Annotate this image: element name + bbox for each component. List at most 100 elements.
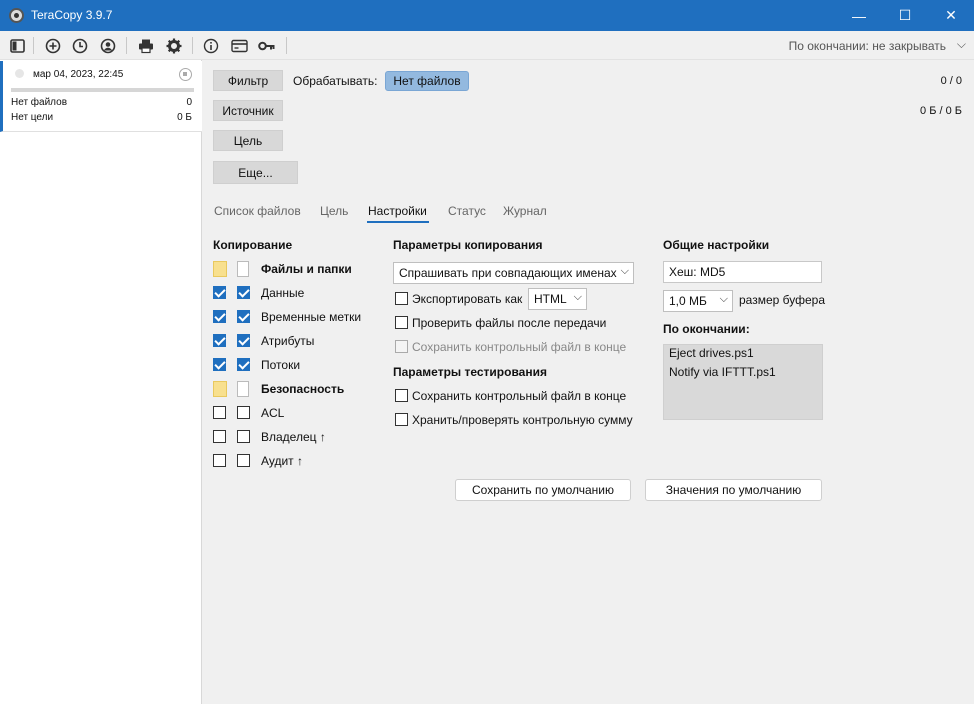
acl-label: ACL — [261, 406, 285, 420]
security-label: Безопасность — [261, 382, 345, 396]
acl-folder-checkbox[interactable] — [213, 406, 226, 419]
timestamps-folder-checkbox[interactable] — [213, 310, 226, 323]
process-label: Обрабатывать: — [293, 74, 378, 88]
toolbar-separator — [286, 37, 287, 54]
test-save-checksum-label: Сохранить контрольный файл в конце — [412, 389, 627, 403]
copy-params-header: Параметры копирования — [393, 238, 543, 252]
data-file-checkbox[interactable] — [237, 286, 250, 299]
source-button[interactable]: Источник — [213, 100, 283, 121]
data-folder-checkbox[interactable] — [213, 286, 226, 299]
no-files-button[interactable]: Нет файлов — [385, 71, 469, 91]
favorites-icon[interactable] — [99, 37, 117, 55]
folder-icon — [213, 381, 227, 397]
settings-panel — [203, 229, 974, 704]
stop-icon[interactable] — [179, 68, 192, 81]
title-bar: TeraCopy 3.9.7 — ☐ ✕ — [0, 0, 974, 31]
tab-settings[interactable]: Настройки — [368, 204, 427, 218]
job-progress-bar — [11, 88, 194, 92]
acl-file-checkbox[interactable] — [237, 406, 250, 419]
panel-icon[interactable] — [8, 37, 26, 55]
job-date: мар 04, 2023, 22:45 — [33, 69, 124, 80]
attributes-file-checkbox[interactable] — [237, 334, 250, 347]
tab-file-list[interactable]: Список файлов — [214, 204, 301, 218]
tab-target[interactable]: Цель — [320, 204, 348, 218]
save-default-button[interactable]: Сохранить по умолчанию — [455, 479, 631, 501]
copying-header: Копирование — [213, 238, 293, 252]
file-count: 0 / 0 — [940, 75, 962, 87]
conflict-combo-value: Спрашивать при совпадающих именах — [399, 266, 617, 280]
script-item[interactable]: Notify via IFTTT.ps1 — [669, 365, 776, 379]
after-finish-dropdown[interactable]: По окончании: не закрывать — [789, 39, 946, 53]
file-icon — [237, 381, 249, 397]
chevron-down-icon: ⌵ — [717, 293, 728, 306]
export-format-value: HTML — [534, 292, 567, 306]
on-finish-header: По окончании: — [663, 322, 750, 336]
streams-file-checkbox[interactable] — [237, 358, 250, 371]
script-item[interactable]: Eject drives.ps1 — [669, 346, 754, 360]
verify-label: Проверить файлы после передачи — [412, 316, 607, 330]
minimize-button[interactable]: — — [836, 0, 882, 31]
license-icon[interactable] — [230, 37, 248, 55]
store-checksum-checkbox[interactable] — [395, 413, 408, 426]
size-count: 0 Б / 0 Б — [920, 105, 962, 117]
owner-file-checkbox[interactable] — [237, 430, 250, 443]
filter-button[interactable]: Фильтр — [213, 70, 283, 91]
attributes-label: Атрибуты — [261, 334, 315, 348]
job-status-icon — [15, 69, 24, 78]
export-label: Экспортировать как — [412, 292, 523, 306]
export-format-combo[interactable]: HTML ⌵ — [528, 288, 587, 310]
toolbar: По окончании: не закрывать ⌵ — [0, 31, 974, 60]
general-header: Общие настройки — [663, 238, 770, 252]
timestamps-label: Временные метки — [261, 310, 362, 324]
data-label: Данные — [261, 286, 305, 300]
buffer-size-combo[interactable]: 1,0 МБ ⌵ — [663, 290, 733, 312]
tab-log[interactable]: Журнал — [503, 204, 547, 218]
job-files-value: 0 — [186, 97, 192, 108]
chevron-down-icon: ⌵ — [571, 291, 582, 304]
attributes-folder-checkbox[interactable] — [213, 334, 226, 347]
hash-field[interactable]: Хеш: MD5 — [663, 261, 822, 283]
tab-bar — [203, 196, 974, 228]
key-icon[interactable] — [258, 37, 276, 55]
teracopy-logo-icon — [9, 8, 24, 23]
maximize-button[interactable]: ☐ — [882, 0, 928, 31]
tab-status[interactable]: Статус — [448, 204, 486, 218]
active-tab-indicator — [367, 221, 429, 223]
audit-file-checkbox[interactable] — [237, 454, 250, 467]
files-folders-label: Файлы и папки — [261, 262, 352, 276]
save-checksum-checkbox[interactable] — [395, 340, 408, 353]
defaults-button[interactable]: Значения по умолчанию — [645, 479, 822, 501]
verify-checkbox[interactable] — [395, 316, 408, 329]
test-params-header: Параметры тестирования — [393, 365, 547, 379]
add-icon[interactable] — [44, 37, 62, 55]
info-icon[interactable] — [202, 37, 220, 55]
settings-icon[interactable] — [165, 37, 183, 55]
streams-label: Потоки — [261, 358, 301, 372]
job-list-panel: мар 04, 2023, 22:45 Нет файлов 0 Нет цел… — [0, 60, 202, 704]
on-finish-scripts-list[interactable]: Eject drives.ps1 Notify via IFTTT.ps1 — [663, 344, 823, 420]
chevron-down-icon[interactable]: ⌵ — [957, 37, 966, 52]
history-icon[interactable] — [71, 37, 89, 55]
streams-folder-checkbox[interactable] — [213, 358, 226, 371]
close-button[interactable]: ✕ — [928, 0, 974, 31]
target-button[interactable]: Цель — [213, 130, 283, 151]
window-title: TeraCopy 3.9.7 — [31, 8, 113, 22]
job-item[interactable]: мар 04, 2023, 22:45 Нет файлов 0 Нет цел… — [0, 61, 202, 132]
audit-label: Аудит ↑ — [261, 454, 304, 468]
toolbar-separator — [192, 37, 193, 54]
owner-folder-checkbox[interactable] — [213, 430, 226, 443]
job-target-value: 0 Б — [177, 112, 192, 123]
more-button[interactable]: Еще... — [213, 161, 298, 184]
test-save-checksum-checkbox[interactable] — [395, 389, 408, 402]
toolbar-separator — [33, 37, 34, 54]
audit-folder-checkbox[interactable] — [213, 454, 226, 467]
file-icon — [237, 261, 249, 277]
buffer-size-value: 1,0 МБ — [669, 294, 707, 308]
timestamps-file-checkbox[interactable] — [237, 310, 250, 323]
save-checksum-label: Сохранить контрольный файл в конце — [412, 340, 627, 354]
export-checkbox[interactable] — [395, 292, 408, 305]
toolbar-separator — [126, 37, 127, 54]
conflict-combo[interactable]: Спрашивать при совпадающих именах ⌵ — [393, 262, 634, 284]
print-icon[interactable] — [137, 37, 155, 55]
job-target-label: Нет цели — [11, 112, 54, 123]
